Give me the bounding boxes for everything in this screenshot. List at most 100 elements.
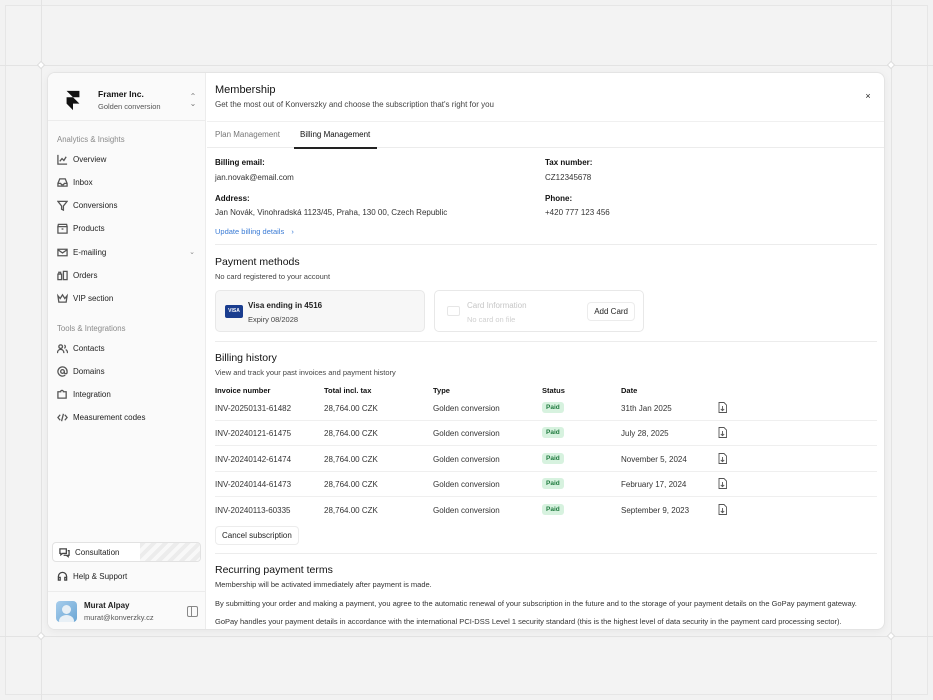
divider (48, 591, 206, 592)
grid-line (0, 636, 933, 637)
user-profile[interactable]: Murat Alpay murat@konverzky.cz (56, 597, 198, 625)
table-row: INV-20250131-61482 28,764.00 CZK Golden … (215, 396, 877, 421)
page-title: Membership (215, 84, 276, 96)
puzzle-icon (57, 389, 67, 399)
invoice-type: Golden conversion (433, 480, 500, 489)
sidebar-item-contacts[interactable]: Contacts (57, 339, 199, 357)
users-icon (57, 343, 68, 353)
download-pdf-icon[interactable] (718, 453, 727, 464)
saved-card[interactable]: VISA Visa ending in 4516 Expiry 08/2028 (215, 290, 425, 332)
sidebar-toggle-icon[interactable] (187, 605, 198, 617)
invoice-total: 28,764.00 CZK (324, 429, 378, 438)
grid-line (41, 0, 42, 700)
help-label: Help & Support (73, 571, 128, 581)
sidebar-item-orders[interactable]: Orders (57, 266, 199, 284)
invoice-type: Golden conversion (433, 404, 500, 413)
sidebar-item-products[interactable]: Products (57, 219, 199, 237)
consultation-label: Consultation (75, 547, 120, 557)
main-content: Membership Get the most out of Konverszk… (207, 73, 884, 629)
invoice-type: Golden conversion (433, 506, 500, 515)
invoice-total: 28,764.00 CZK (324, 506, 378, 515)
update-billing-link[interactable]: Update billing details › (215, 227, 294, 236)
headset-icon (57, 571, 68, 581)
membership-modal: Framer Inc. Golden conversion ⌃ ⌄ Analyti… (47, 72, 885, 630)
chart-line-icon (57, 154, 68, 165)
table-row: INV-20240121-61475 28,764.00 CZK Golden … (215, 421, 877, 446)
tab-bar: Plan Management Billing Management (207, 121, 884, 149)
sidebar-item-label: Products (73, 223, 105, 233)
column-header-date: Date (621, 386, 638, 395)
phone-value: +420 777 123 456 (545, 208, 610, 217)
sidebar-item-domains[interactable]: Domains (57, 362, 199, 380)
sidebar-item-label: Integration (73, 389, 111, 399)
billing-history-desc: View and track your past invoices and pa… (215, 368, 396, 377)
column-header-total: Total incl. tax (324, 386, 372, 395)
invoice-date: February 17, 2024 (621, 480, 687, 489)
orders-icon (57, 270, 68, 280)
phone-label: Phone: (545, 194, 573, 203)
sidebar-item-emailing[interactable]: E-mailing ⌄ (57, 243, 199, 261)
invoice-number: INV-20240144-61473 (215, 480, 292, 489)
payment-methods-desc: No card registered to your account (215, 272, 331, 281)
section-analytics: Analytics & Insights (57, 135, 125, 144)
invoice-number: INV-20250131-61482 (215, 404, 292, 413)
sidebar-item-vip[interactable]: VIP section (57, 289, 199, 307)
sidebar-item-label: VIP section (73, 293, 114, 303)
add-card-button[interactable]: Add Card (587, 302, 635, 321)
framer-logo-icon (66, 90, 80, 111)
invoice-date: July 28, 2025 (621, 429, 669, 438)
sidebar-item-label: E-mailing (73, 247, 107, 257)
avatar (56, 600, 77, 622)
invoice-total: 28,764.00 CZK (324, 455, 378, 464)
divider (215, 341, 877, 342)
inbox-icon (57, 177, 68, 187)
workspace-plan: Golden conversion (98, 102, 161, 111)
tab-billing-management[interactable]: Billing Management (300, 130, 370, 139)
column-header-invoice: Invoice number (215, 386, 271, 395)
card-info-sub: No card on file (467, 315, 516, 324)
user-email: murat@konverzky.cz (84, 612, 154, 622)
sidebar-item-integration[interactable]: Integration (57, 385, 199, 403)
invoice-number: INV-20240142-61474 (215, 455, 292, 464)
status-badge: Paid (542, 504, 564, 515)
section-tools: Tools & Integrations (57, 324, 126, 333)
help-support-link[interactable]: Help & Support (57, 567, 127, 585)
invoice-total: 28,764.00 CZK (324, 480, 378, 489)
download-pdf-icon[interactable] (718, 504, 727, 515)
terms-line: Membership will be activated immediately… (215, 580, 432, 589)
tab-plan-management[interactable]: Plan Management (215, 130, 280, 139)
card-title: Visa ending in 4516 (248, 301, 323, 310)
download-pdf-icon[interactable] (718, 402, 727, 413)
tax-number-label: Tax number: (545, 158, 593, 167)
page-subtitle: Get the most out of Konverszky and choos… (215, 100, 495, 109)
chevron-down-icon[interactable]: ⌄ (189, 248, 195, 256)
sidebar-item-label: Inbox (73, 177, 93, 187)
sidebar-item-inbox[interactable]: Inbox (57, 173, 199, 191)
download-pdf-icon[interactable] (718, 427, 727, 438)
sidebar-item-conversions[interactable]: Conversions (57, 196, 199, 214)
consultation-button[interactable]: Consultation (52, 542, 201, 562)
invoice-date: September 9, 2023 (621, 506, 690, 515)
payment-methods-title: Payment methods (215, 256, 300, 268)
invoice-date: November 5, 2024 (621, 455, 687, 464)
status-badge: Paid (542, 478, 564, 489)
mail-icon (57, 248, 68, 256)
divider (48, 120, 206, 121)
download-pdf-icon[interactable] (718, 478, 727, 489)
active-tab-indicator (294, 147, 377, 149)
visa-icon: VISA (225, 305, 243, 318)
terms-line: GoPay handles your payment details in ac… (215, 617, 842, 626)
sidebar-item-label: Orders (73, 270, 98, 280)
cancel-subscription-button[interactable]: Cancel subscription (215, 526, 299, 545)
table-row: INV-20240142-61474 28,764.00 CZK Golden … (215, 447, 877, 472)
card-expiry: Expiry 08/2028 (248, 315, 299, 324)
terms-line: By submitting your order and making a pa… (215, 599, 857, 608)
code-icon (57, 413, 68, 421)
sidebar-item-measurement-codes[interactable]: Measurement codes (57, 408, 199, 426)
sidebar-item-overview[interactable]: Overview (57, 150, 199, 168)
workspace-switcher[interactable]: Framer Inc. Golden conversion ⌃ ⌄ (56, 83, 198, 117)
billing-email-value: jan.novak@email.com (215, 173, 294, 182)
sidebar-item-label: Contacts (73, 343, 105, 353)
chat-bubbles-icon (59, 547, 70, 558)
close-button[interactable]: × (859, 87, 877, 105)
